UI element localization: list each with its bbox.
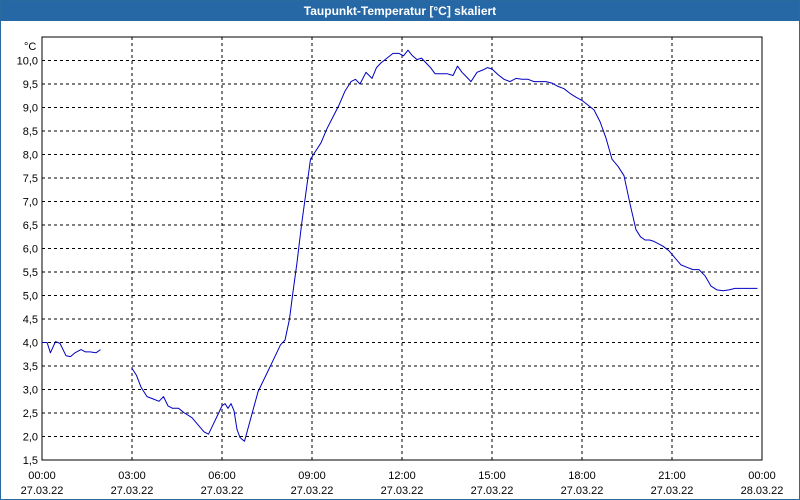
x-tick-time-label: 12:00: [388, 470, 416, 482]
y-tick-label: 2,5: [23, 408, 38, 420]
x-tick-date-label: 27.03.22: [291, 485, 334, 497]
x-tick-time-label: 09:00: [298, 470, 326, 482]
x-tick-date-label: 27.03.22: [471, 485, 514, 497]
dew-point-series: [42, 49, 758, 442]
y-tick-label: 7,0: [23, 197, 38, 209]
series-line-segment: [131, 49, 758, 442]
x-tick-time-label: 21:00: [658, 470, 686, 482]
y-tick-label: 9,5: [23, 79, 38, 91]
x-tick-date-label: 27.03.22: [201, 485, 244, 497]
x-tick-time-label: 03:00: [118, 470, 146, 482]
y-tick-label: 8,5: [23, 126, 38, 138]
x-tick-time-label: 06:00: [208, 470, 236, 482]
y-tick-label: 8,0: [23, 150, 38, 162]
y-tick-label: 5,0: [23, 291, 38, 303]
y-tick-label: 7,5: [23, 173, 38, 185]
y-axis-tick-labels: 1,5 2,0 2,5 3,0 3,5 4,0 4,5 5,0 5,5 6,0 6,5 7,0 7,5 8…: [17, 56, 38, 468]
x-tick-time-label: 15:00: [478, 470, 506, 482]
y-tick-label: 3,5: [23, 361, 38, 373]
y-tick-label: 1,5: [23, 455, 38, 467]
x-tick-date-label: 27.03.22: [651, 485, 694, 497]
y-tick-label: 9,0: [23, 103, 38, 115]
y-axis-unit-label: °C: [24, 41, 36, 53]
x-axis-tick-labels: 00:00 27.03.22 03:00 27.03.22 06:00 27.03.22 0…: [21, 470, 784, 497]
y-tick-label: 3,0: [23, 385, 38, 397]
x-tick-time-label: 00:00: [748, 470, 776, 482]
y-tick-label: 6,5: [23, 220, 38, 232]
x-tick-date-label: 28.03.22: [741, 485, 784, 497]
y-tick-label: 6,0: [23, 244, 38, 256]
x-tick-date-label: 27.03.22: [561, 485, 604, 497]
y-tick-label: 4,0: [23, 338, 38, 350]
y-tick-label: 2,0: [23, 432, 38, 444]
x-tick-date-label: 27.03.22: [111, 485, 154, 497]
x-tick-time-label: 18:00: [568, 470, 596, 482]
x-tick-date-label: 27.03.22: [381, 485, 424, 497]
line-chart: 1,5 2,0 2,5 3,0 3,5 4,0 4,5 5,0 5,5 6,0 6,5 7,0 7,5 8…: [17, 36, 784, 497]
x-tick-time-label: 00:00: [28, 470, 56, 482]
grid-lines: [42, 37, 762, 460]
y-tick-label: 5,5: [23, 267, 38, 279]
y-tick-label: 4,5: [23, 314, 38, 326]
x-tick-date-label: 27.03.22: [21, 485, 64, 497]
y-tick-label: 10,0: [17, 56, 38, 68]
series-line-segment: [42, 341, 101, 358]
